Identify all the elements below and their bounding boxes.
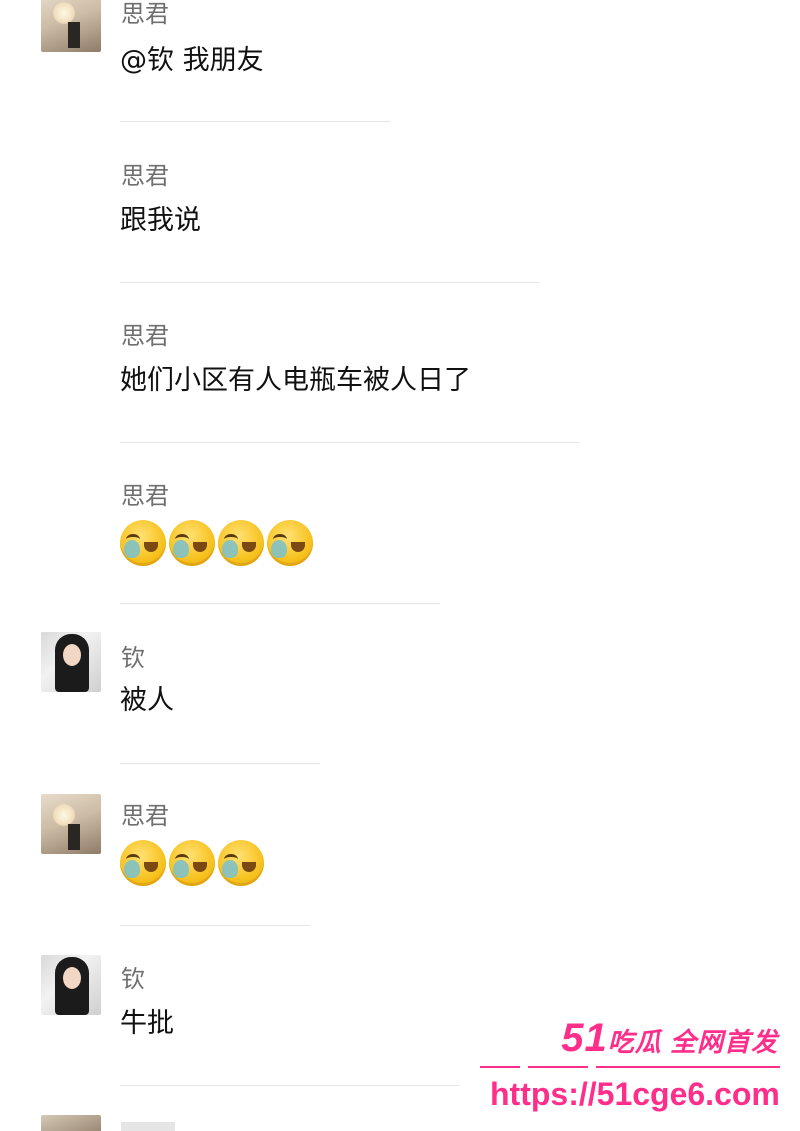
chat-message: 思君 她们小区有人电瓶车被人日了 [0,320,800,480]
divider [120,1085,460,1086]
sender-name: 思君 [121,802,169,830]
chat-message: 钦 被人 [0,630,800,790]
message-text: 跟我说 [120,205,201,236]
chat-message: 思君 [0,792,800,952]
avatar[interactable] [41,632,101,692]
laugh-cry-emoji [169,840,215,886]
sender-name: 钦 [121,965,145,993]
divider [120,282,540,283]
divider [120,763,320,764]
laugh-cry-emoji [120,520,166,566]
avatar[interactable] [41,955,101,1015]
message-text: @钦 我朋友 [120,45,264,76]
chat-message: 思君 [0,480,800,640]
laugh-cry-emoji [218,520,264,566]
watermark-brand-number: 51 [561,1016,608,1060]
sender-name: 思君 [121,482,169,510]
laugh-cry-emoji [218,840,264,886]
chat-message: 思君 跟我说 [0,160,800,320]
laugh-cry-emoji [169,520,215,566]
sender-name: 钦 [121,644,145,672]
sender-name: 思君 [121,162,169,190]
message-text: 牛批 [120,1008,174,1039]
watermark-brand-text: 吃瓜 全网首发 [607,1027,778,1057]
avatar[interactable] [41,1115,101,1131]
emoji-row [120,520,313,566]
message-text: 被人 [120,685,174,716]
watermark-url[interactable]: https://51cge6.com [490,1074,780,1114]
message-text: 她们小区有人电瓶车被人日了 [120,365,471,396]
chat-message: 思君 @钦 我朋友 [0,0,800,160]
divider [120,603,440,604]
avatar[interactable] [41,0,101,52]
divider [120,442,580,443]
watermark-brand: 51吃瓜 全网首发 [561,1010,778,1070]
sender-name: 思君 [121,0,169,28]
sender-name: 思君 [121,322,169,350]
divider [120,121,390,122]
watermark-circuit-line [480,1063,780,1071]
emoji-row [120,840,264,886]
divider [120,925,310,926]
laugh-cry-emoji [267,520,313,566]
watermark: 51吃瓜 全网首发 https://51cge6.com [480,1010,790,1120]
laugh-cry-emoji [120,840,166,886]
sender-name-partial [121,1122,175,1131]
avatar[interactable] [41,794,101,854]
